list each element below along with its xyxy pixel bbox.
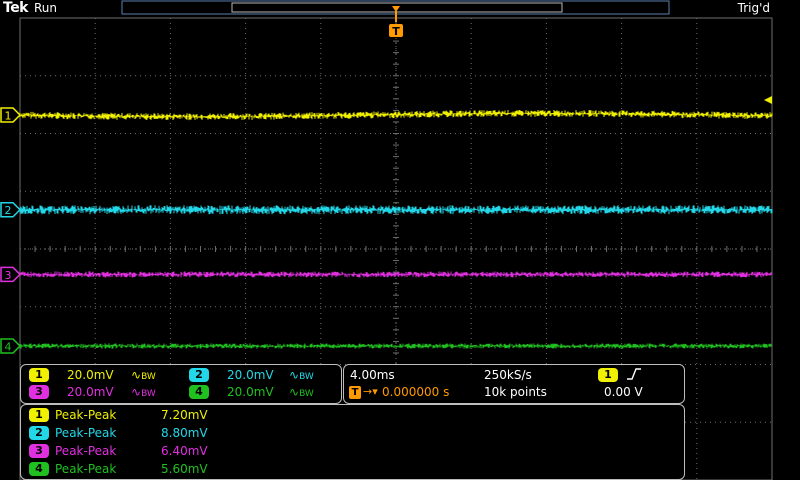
rising-edge-icon[interactable]	[626, 367, 642, 384]
measurements-panel: 1 Peak-Peak 7.20mV 2 Peak-Peak 8.80mV 3 …	[20, 404, 685, 480]
channel-markers[interactable]: 1 2 3 4	[0, 107, 22, 354]
record-length: 10k points	[484, 385, 547, 399]
vertical-settings-panel: 1 20.0mV ∿BW 2 20.0mV ∿BW 3 20.0mV ∿BW 4…	[20, 364, 342, 404]
ch4-scale[interactable]: 20.0mV	[227, 385, 274, 399]
trigger-source-badge[interactable]: 1	[598, 368, 618, 382]
meas4-value: 5.60mV	[161, 462, 208, 476]
meas2-label[interactable]: Peak-Peak	[55, 426, 116, 440]
ch4-ground-marker[interactable]: 4	[0, 338, 22, 354]
ch2-ground-marker[interactable]: 2	[0, 201, 22, 218]
meas3-value: 6.40mV	[161, 444, 208, 458]
trigger-level-marker[interactable]	[764, 96, 772, 104]
ch3-bandwidth-limit-icon: ∿BW	[131, 385, 156, 399]
meas4-label[interactable]: Peak-Peak	[55, 462, 116, 476]
ch3-scale[interactable]: 20.0mV	[67, 385, 114, 399]
trigger-status: Trig'd	[737, 1, 770, 15]
timebase-scale[interactable]: 4.00ms	[350, 368, 395, 382]
meas3-source-badge: 3	[29, 444, 49, 458]
meas3-label[interactable]: Peak-Peak	[55, 444, 116, 458]
horizontal-trigger-panel: 4.00ms 250kS/s 1 T →▾ 0.000000 s 10k poi…	[343, 364, 685, 404]
trigger-level[interactable]: 0.00 V	[604, 385, 643, 399]
waveforms	[19, 110, 773, 349]
meas1-label[interactable]: Peak-Peak	[55, 408, 116, 422]
ch1-marker-label: 1	[5, 110, 12, 123]
sample-rate: 250kS/s	[484, 368, 532, 382]
meas1-value: 7.20mV	[161, 408, 208, 422]
ch2-scale[interactable]: 20.0mV	[227, 368, 274, 382]
horizontal-position[interactable]: 0.000000 s	[382, 385, 449, 399]
ch4-waveform	[19, 343, 773, 349]
arrow-right-icon: →▾	[363, 385, 378, 398]
trigger-marker-label: T	[392, 25, 400, 38]
ch1-bandwidth-limit-icon: ∿BW	[131, 368, 156, 382]
trigger-position-marker[interactable]: T	[389, 6, 403, 38]
ch2-bandwidth-limit-icon: ∿BW	[289, 368, 314, 382]
ch3-badge[interactable]: 3	[29, 385, 49, 399]
meas2-value: 8.80mV	[161, 426, 208, 440]
ch1-badge[interactable]: 1	[29, 368, 49, 382]
ch3-ground-marker[interactable]: 3	[0, 266, 22, 283]
acquisition-run-state[interactable]: Run	[34, 1, 57, 15]
ch1-ground-marker[interactable]: 1	[0, 107, 22, 123]
ch1-scale[interactable]: 20.0mV	[67, 368, 114, 382]
meas2-source-badge: 2	[29, 426, 49, 440]
brand-logo: Tek	[3, 0, 29, 16]
meas4-source-badge: 4	[29, 462, 49, 476]
ch4-marker-label: 4	[5, 341, 12, 354]
ch2-badge[interactable]: 2	[189, 368, 209, 382]
meas1-source-badge: 1	[29, 408, 49, 422]
ch2-marker-label: 2	[5, 204, 12, 217]
trigger-position-icon: T	[349, 386, 361, 399]
ch3-marker-label: 3	[5, 269, 12, 282]
ch4-bandwidth-limit-icon: ∿BW	[289, 385, 314, 399]
ch4-badge[interactable]: 4	[189, 385, 209, 399]
